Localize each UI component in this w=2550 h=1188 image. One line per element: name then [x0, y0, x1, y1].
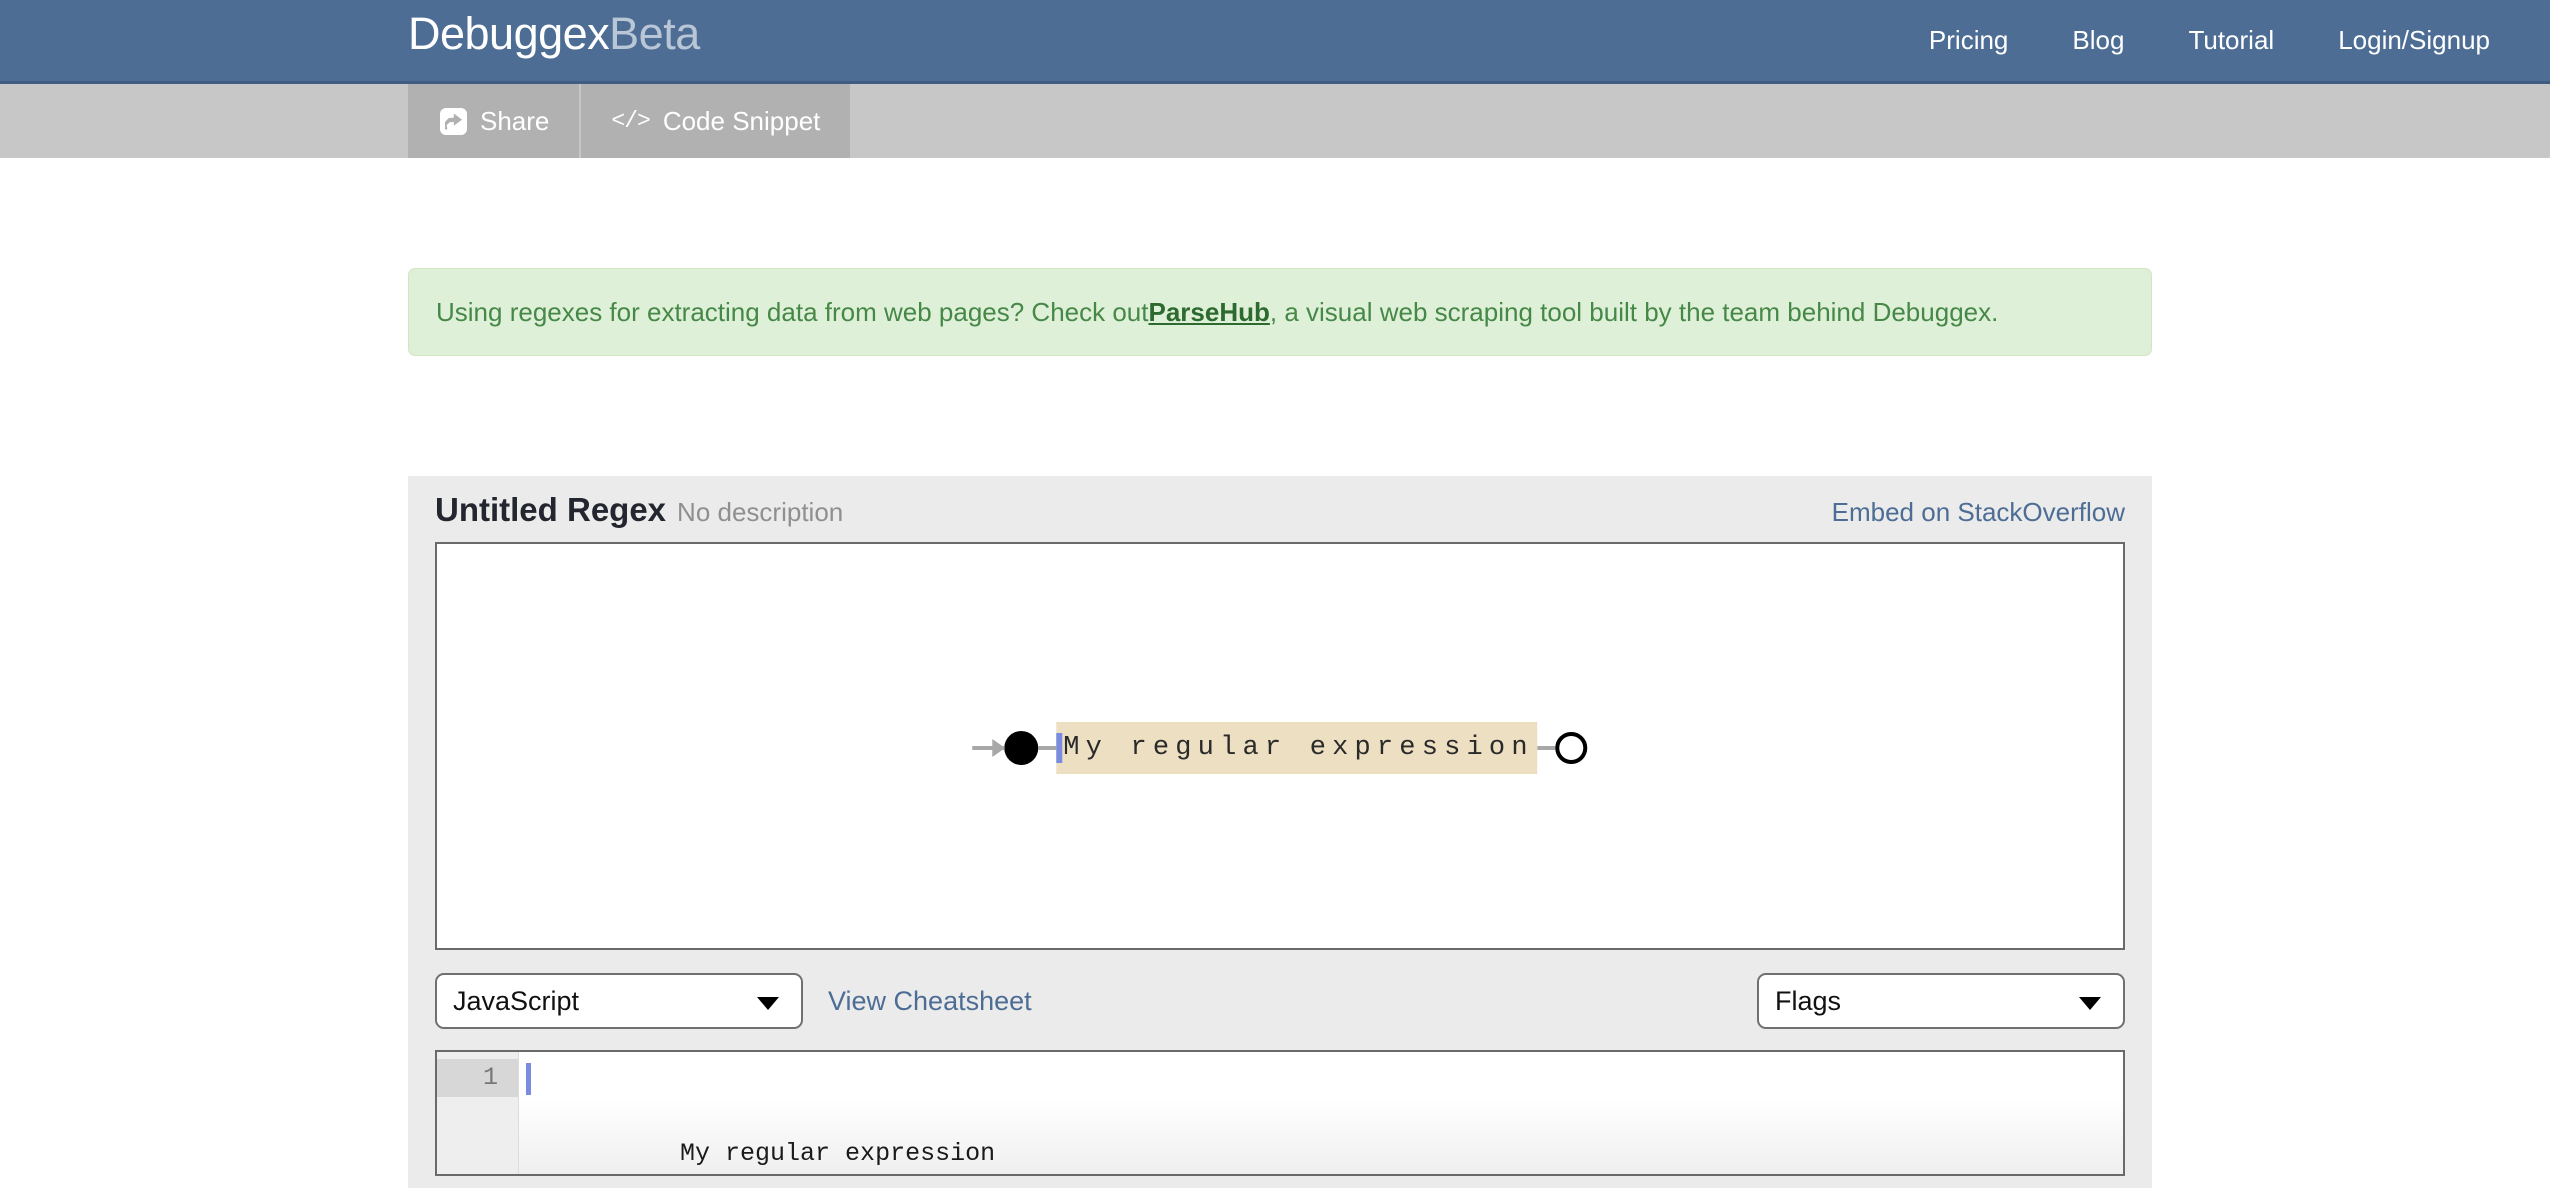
- result-row: Result: Does not match starting at the b…: [435, 1176, 2125, 1188]
- regex-line-number: 1: [437, 1059, 518, 1097]
- regex-panel: Untitled Regex No description Embed on S…: [408, 476, 2152, 1188]
- share-button[interactable]: Share: [408, 84, 582, 158]
- flags-select[interactable]: Flags: [1757, 973, 2125, 1029]
- nav-links: Pricing Blog Tutorial Login/Signup: [1897, 0, 2522, 81]
- regex-code-area[interactable]: My regular expression: [519, 1052, 2123, 1174]
- nav-link-blog[interactable]: Blog: [2040, 0, 2156, 81]
- connector-line-right: [1537, 746, 1556, 750]
- promo-text-after: , a visual web scraping tool built by th…: [1269, 296, 1999, 327]
- regex-editor-gutter: 1: [437, 1052, 519, 1174]
- nav-link-pricing[interactable]: Pricing: [1897, 0, 2040, 81]
- text-cursor-icon: [526, 1063, 531, 1095]
- regex-token-text: My regular expression: [1063, 733, 1534, 763]
- page-title[interactable]: Untitled Regex: [435, 491, 666, 529]
- regex-description[interactable]: No description: [677, 497, 843, 528]
- view-cheatsheet-link[interactable]: View Cheatsheet: [828, 986, 1032, 1017]
- code-brackets-icon: </>: [611, 108, 650, 134]
- share-icon: [440, 107, 467, 135]
- entry-arrow-icon: [972, 739, 1006, 757]
- language-select-value: JavaScript: [453, 985, 580, 1016]
- secondary-toolbar: Share </> Code Snippet: [0, 84, 2550, 158]
- regex-token-node[interactable]: My regular expression: [1056, 722, 1538, 774]
- code-snippet-button[interactable]: </> Code Snippet: [581, 84, 853, 158]
- diagram-caret-icon: [1056, 733, 1063, 763]
- top-navbar: DebuggexBeta Pricing Blog Tutorial Login…: [0, 0, 2550, 84]
- code-snippet-button-label: Code Snippet: [662, 105, 821, 136]
- parsehub-link[interactable]: ParseHub: [1149, 297, 1270, 328]
- brand-beta-tag: Beta: [609, 8, 700, 59]
- nav-link-tutorial[interactable]: Tutorial: [2156, 0, 2306, 81]
- promo-text-before: Using regexes for extracting data from w…: [436, 296, 1149, 327]
- embed-on-stackoverflow-link[interactable]: Embed on StackOverflow: [1832, 497, 2125, 528]
- brand-logo[interactable]: DebuggexBeta: [408, 8, 700, 60]
- parsehub-promo-banner: Using regexes for extracting data from w…: [408, 268, 2152, 356]
- brand-name: Debuggex: [408, 8, 610, 59]
- start-dot-icon: [1004, 731, 1039, 765]
- regex-code-line[interactable]: My regular expression: [519, 1059, 2123, 1168]
- controls-row: JavaScript View Cheatsheet Flags: [435, 950, 2125, 1034]
- regex-input-value: My regular expression: [680, 1139, 996, 1168]
- flags-select-value: Flags: [1775, 985, 1842, 1016]
- connector-line-left: [1038, 746, 1057, 750]
- share-button-label: Share: [480, 105, 550, 136]
- railroad-diagram: My regular expression: [972, 722, 1588, 774]
- end-circle-icon: [1555, 732, 1588, 764]
- nav-link-login-signup[interactable]: Login/Signup: [2306, 0, 2522, 81]
- panel-header: Untitled Regex No description Embed on S…: [435, 476, 2125, 542]
- regex-input-editor[interactable]: 1 My regular expression: [435, 1050, 2125, 1176]
- railroad-diagram-canvas[interactable]: My regular expression: [435, 542, 2125, 950]
- language-select[interactable]: JavaScript: [435, 973, 803, 1029]
